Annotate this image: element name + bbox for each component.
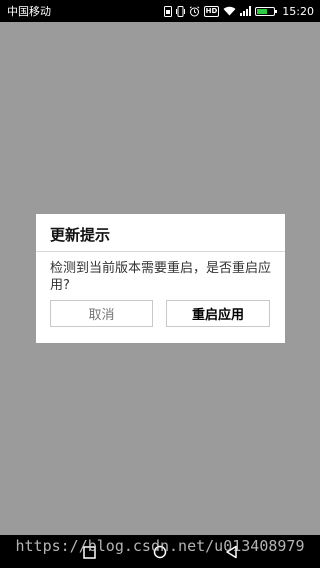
navigation-bar — [0, 535, 320, 568]
clock-label: 15:20 — [282, 4, 314, 18]
sim-icon — [163, 5, 172, 17]
nav-back-icon[interactable] — [221, 542, 241, 562]
wifi-icon — [223, 5, 236, 17]
carrier-label: 中国移动 — [7, 5, 51, 18]
dialog-divider — [36, 251, 285, 252]
dimmed-background[interactable]: 更新提示 检测到当前版本需要重启，是否重启应用? 取消 重启应用 — [0, 22, 320, 535]
update-dialog: 更新提示 检测到当前版本需要重启，是否重启应用? 取消 重启应用 — [36, 214, 285, 343]
status-bar: 中国移动 HD 15:20 — [0, 0, 320, 22]
dialog-message: 检测到当前版本需要重启，是否重启应用? — [50, 261, 272, 293]
nav-square-icon[interactable] — [79, 542, 99, 562]
battery-icon — [255, 5, 278, 17]
cancel-button[interactable]: 取消 — [50, 300, 153, 327]
signal-icon — [240, 5, 252, 17]
dialog-title: 更新提示 — [50, 226, 111, 244]
nav-home-icon[interactable] — [150, 542, 170, 562]
vibrate-icon — [175, 5, 185, 17]
hd-icon: HD — [203, 5, 220, 17]
restart-app-button[interactable]: 重启应用 — [166, 300, 270, 327]
alarm-icon — [189, 5, 200, 17]
